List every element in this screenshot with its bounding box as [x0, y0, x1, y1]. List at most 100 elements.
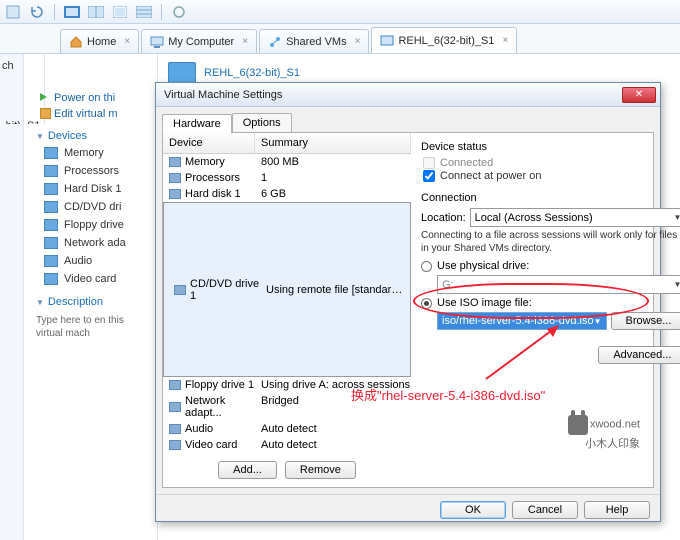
thumb-icon[interactable] [4, 3, 22, 21]
table-row[interactable]: CD/DVD drive 1Using remote file [standar… [163, 202, 411, 377]
use-iso-radio[interactable]: Use ISO image file: [421, 297, 680, 309]
app-toolbar [0, 0, 680, 24]
toolbar-separator [161, 4, 162, 20]
connect-poweron-checkbox[interactable]: Connect at power on [423, 170, 680, 182]
advanced-button[interactable]: Advanced... [598, 346, 680, 364]
hardware-table: Device Summary Memory800 MB Processors1 … [163, 133, 411, 487]
disc-icon [44, 201, 58, 213]
tab-home[interactable]: Home × [60, 29, 139, 53]
close-icon[interactable]: × [124, 36, 130, 47]
fullscreen-icon[interactable] [111, 3, 129, 21]
add-button[interactable]: Add... [218, 461, 277, 479]
vm-large-icon [168, 62, 196, 84]
use-physical-radio[interactable]: Use physical drive: [421, 260, 680, 272]
video-icon [44, 273, 58, 285]
dialog-footer: OK Cancel Help [156, 494, 660, 525]
device-item-harddisk[interactable]: Hard Disk 1 [30, 180, 151, 198]
device-status-title: Device status [421, 141, 680, 153]
col-summary[interactable]: Summary [255, 133, 411, 153]
connection-title: Connection [421, 192, 680, 204]
panel-single-icon[interactable] [63, 3, 81, 21]
ok-button[interactable]: OK [440, 501, 506, 519]
floppy-icon [169, 380, 181, 390]
tab-label: Home [87, 36, 116, 48]
remove-button[interactable]: Remove [285, 461, 356, 479]
network-icon [44, 237, 58, 249]
location-label: Location: [421, 212, 466, 224]
vm-sidebar: Power on thi Edit virtual m Devices Memo… [24, 54, 158, 540]
device-item-memory[interactable]: Memory [30, 144, 151, 162]
memory-icon [169, 157, 181, 167]
tab-mycomputer[interactable]: My Computer × [141, 29, 257, 53]
power-on-link[interactable]: Power on thi [30, 90, 151, 106]
memory-icon [44, 147, 58, 159]
network-icon [169, 402, 181, 412]
close-icon[interactable]: × [355, 36, 361, 47]
tab-label: My Computer [168, 36, 234, 48]
device-item-network[interactable]: Network ada [30, 234, 151, 252]
tab-hardware[interactable]: Hardware [162, 114, 232, 133]
left-gutter [0, 54, 24, 540]
close-button[interactable]: ✕ [622, 87, 656, 103]
connect-icon[interactable] [170, 3, 188, 21]
chevron-down-icon: ▼ [673, 213, 680, 222]
radio-icon [421, 298, 432, 309]
chevron-down-icon: ▼ [673, 280, 680, 289]
description-heading[interactable]: Description [30, 288, 151, 310]
radio-icon [421, 261, 432, 272]
panel-list-icon[interactable] [135, 3, 153, 21]
lib-search-fragment: ch [2, 60, 42, 72]
panel-split-icon[interactable] [87, 3, 105, 21]
vm-settings-dialog: Virtual Machine Settings ✕ Hardware Opti… [155, 82, 661, 522]
dialog-tabs: Hardware Options [156, 107, 660, 132]
video-icon [169, 440, 181, 450]
tab-label: REHL_6(32-bit)_S1 [398, 35, 494, 47]
home-icon [69, 35, 83, 49]
browse-button[interactable]: Browse... [611, 312, 680, 330]
close-icon[interactable]: × [502, 35, 508, 46]
floppy-icon [44, 219, 58, 231]
devices-heading[interactable]: Devices [30, 122, 151, 144]
iso-path-field[interactable]: iso/rhel-server-5.4-i386-dvd.iso▼ [437, 312, 607, 330]
device-list: Memory Processors Hard Disk 1 CD/DVD dri… [30, 144, 151, 288]
device-item-floppy[interactable]: Floppy drive [30, 216, 151, 234]
device-item-audio[interactable]: Audio [30, 252, 151, 270]
disk-icon [44, 183, 58, 195]
connected-checkbox: Connected [423, 157, 680, 169]
location-hint: Connecting to a file across sessions wil… [421, 230, 680, 255]
vm-icon [380, 34, 394, 48]
tab-options[interactable]: Options [232, 113, 292, 132]
tab-sharedvms[interactable]: Shared VMs × [259, 29, 369, 53]
device-item-processors[interactable]: Processors [30, 162, 151, 180]
audio-icon [169, 424, 181, 434]
table-row[interactable]: Processors1 [163, 170, 411, 186]
table-row[interactable]: AudioAuto detect [163, 421, 411, 437]
tab-vm[interactable]: REHL_6(32-bit)_S1 × [371, 27, 517, 53]
computer-icon [150, 35, 164, 49]
table-row[interactable]: Video cardAuto detect [163, 437, 411, 453]
col-device[interactable]: Device [163, 133, 255, 153]
description-text[interactable]: Type here to en this virtual mach [30, 310, 151, 344]
watermark-logo-icon [568, 415, 588, 435]
annotation-text: 换成"rhel-server-5.4-i386-dvd.iso" [351, 385, 545, 404]
dialog-title: Virtual Machine Settings [160, 89, 622, 101]
help-button[interactable]: Help [584, 501, 650, 519]
table-row[interactable]: Hard disk 16 GB [163, 186, 411, 202]
close-icon[interactable]: × [242, 36, 248, 47]
watermark: xwood.net 小木人印象 [560, 415, 640, 451]
dialog-titlebar[interactable]: Virtual Machine Settings ✕ [156, 83, 660, 107]
toolbar-separator [54, 4, 55, 20]
refresh-icon[interactable] [28, 3, 46, 21]
device-item-cddvd[interactable]: CD/DVD dri [30, 198, 151, 216]
location-select[interactable]: Local (Across Sessions)▼ [470, 208, 680, 227]
audio-icon [44, 255, 58, 267]
chevron-down-icon: ▼ [594, 317, 602, 326]
device-item-video[interactable]: Video card [30, 270, 151, 288]
document-tabs: Home × My Computer × Shared VMs × REHL_6(32… [0, 24, 680, 54]
physical-drive-select[interactable]: G:▼ [437, 275, 680, 294]
edit-vm-link[interactable]: Edit virtual m [30, 106, 151, 122]
table-row[interactable]: Memory800 MB [163, 154, 411, 170]
cpu-icon [169, 173, 181, 183]
tab-label: Shared VMs [286, 36, 347, 48]
cancel-button[interactable]: Cancel [512, 501, 578, 519]
